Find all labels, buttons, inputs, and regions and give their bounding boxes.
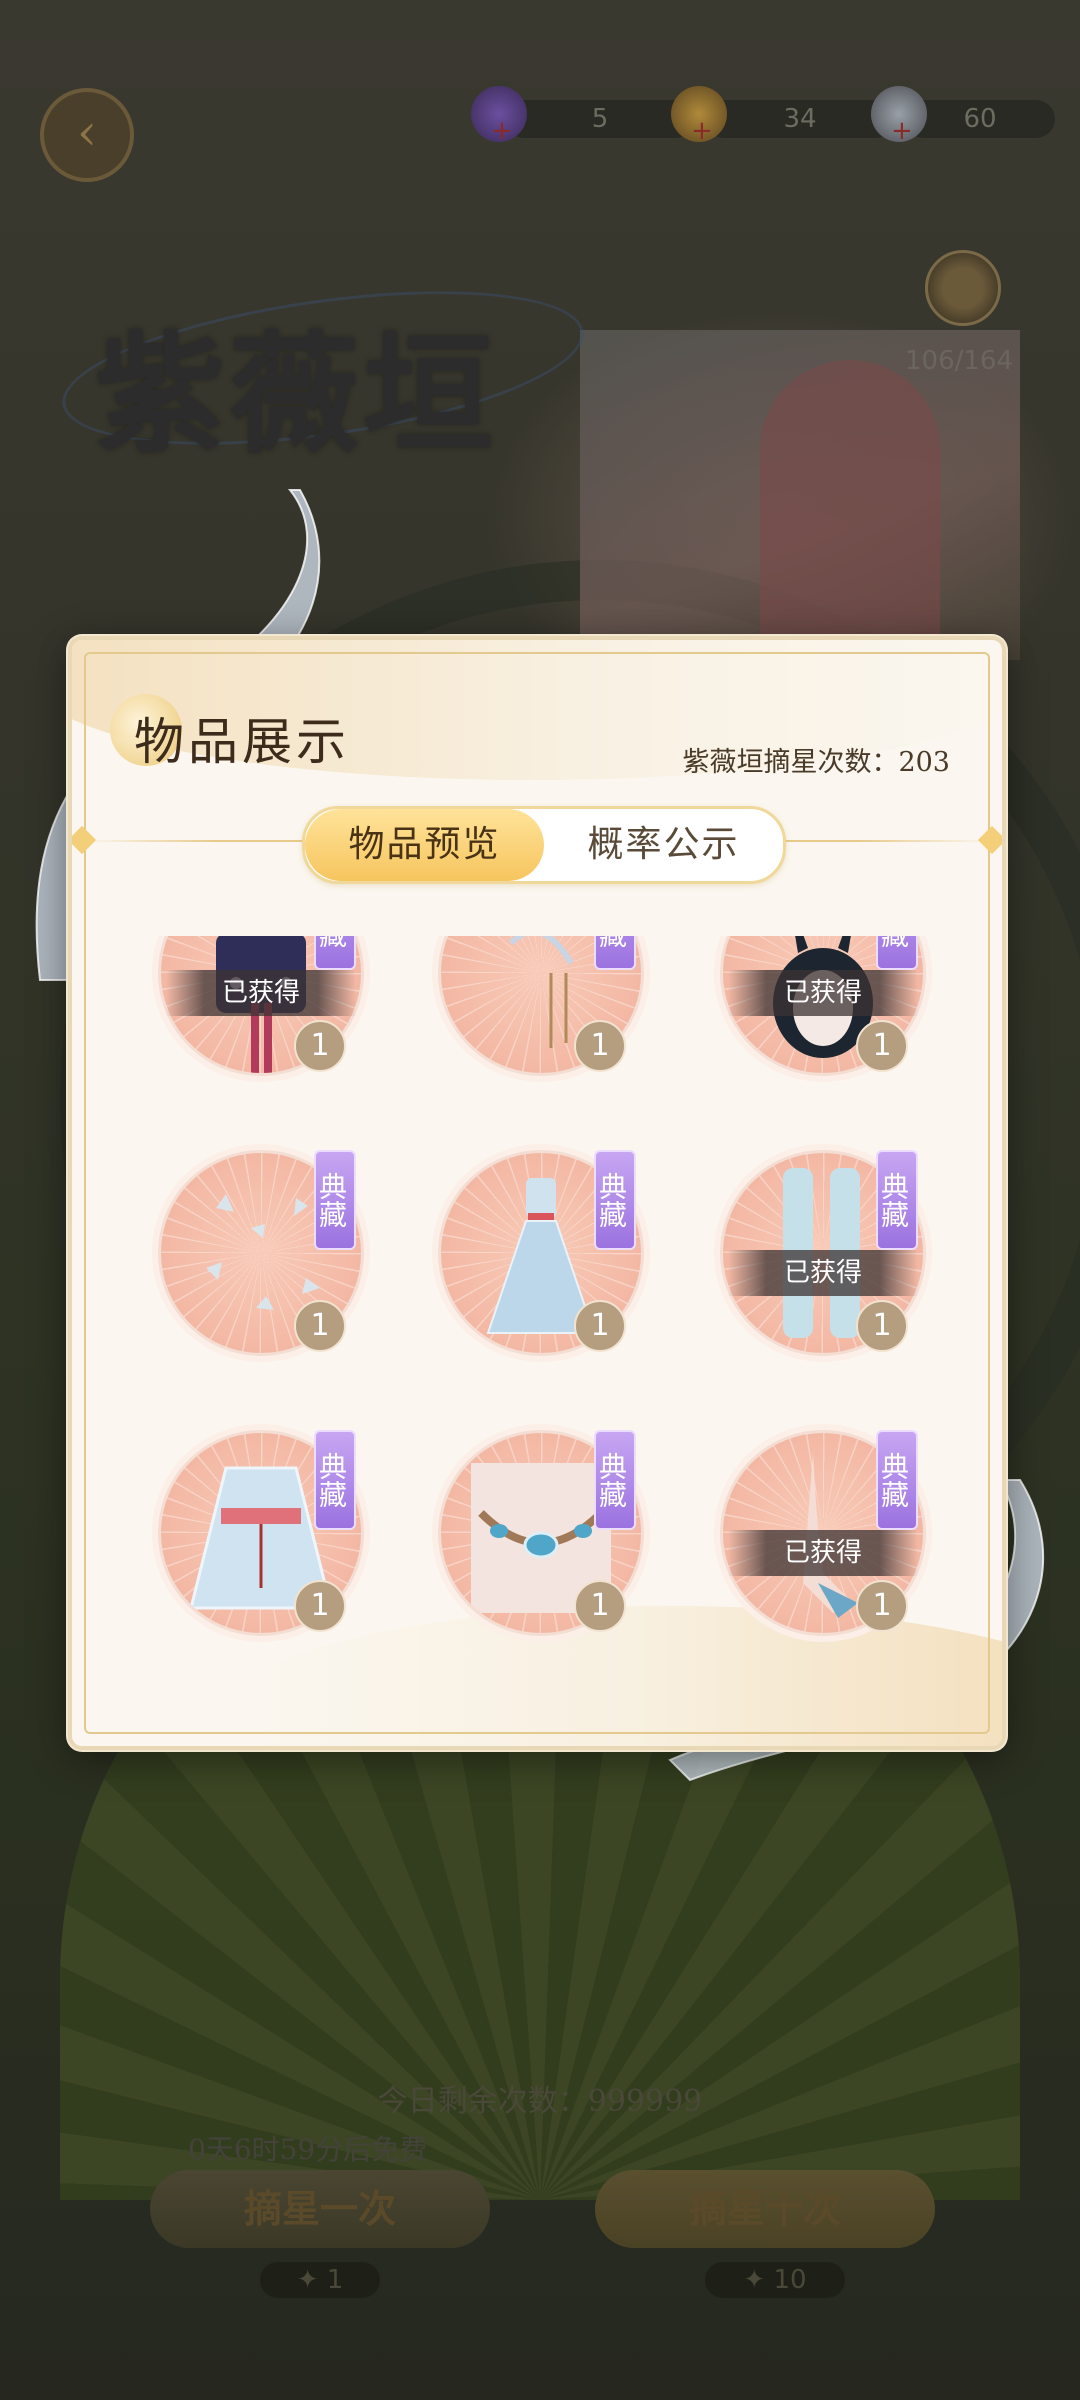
quantity-badge: 1	[574, 1020, 626, 1072]
collection-badge: 典藏	[314, 1150, 356, 1250]
moon-emblem-icon[interactable]	[925, 250, 1001, 326]
add-currency-icon: +	[691, 116, 713, 146]
quantity-badge: 1	[574, 1300, 626, 1352]
owned-label: 已获得	[728, 970, 918, 1016]
quantity-badge: 1	[856, 1020, 908, 1072]
currency-value: 5	[591, 104, 609, 134]
collection-badge: 典藏	[594, 1150, 636, 1250]
pull-count-value: 203	[898, 747, 950, 778]
collection-badge: 典藏	[876, 936, 918, 970]
item-cell[interactable]: 典藏 1	[438, 1430, 644, 1636]
item-cell[interactable]: 典藏 1	[438, 1150, 644, 1356]
quantity-badge: 1	[294, 1300, 346, 1352]
item-cell[interactable]: 典藏 1	[438, 936, 644, 1076]
cost-ten: ✦ 10	[705, 2262, 845, 2298]
background-character	[760, 360, 940, 660]
quantity-badge: 1	[574, 1580, 626, 1632]
pull-ten-button[interactable]: 摘星十次	[595, 2170, 935, 2248]
modal-title: 物品展示	[134, 713, 350, 771]
collection-badge: 典藏	[594, 936, 636, 970]
currency-gold[interactable]: + 34	[671, 86, 895, 144]
add-currency-icon: +	[891, 116, 913, 146]
currency-value: 60	[963, 104, 997, 134]
currency-value: 34	[783, 104, 817, 134]
add-currency-icon: +	[491, 116, 513, 146]
tab-probability[interactable]: 概率公示	[544, 809, 783, 881]
tab-item-preview[interactable]: 物品预览	[305, 809, 544, 881]
pull-count: 紫薇垣摘星次数：203	[682, 740, 950, 779]
currency-pearl[interactable]: + 60	[871, 86, 1055, 144]
collection-badge: 典藏	[876, 1430, 918, 1530]
quantity-badge: 1	[856, 1580, 908, 1632]
item-cell[interactable]: 已获得 典藏 1	[158, 936, 364, 1076]
item-showcase-modal: 物品展示 紫薇垣摘星次数：203 物品预览 概率公示 已获得 典藏 1	[68, 636, 1006, 1750]
quantity-badge: 1	[856, 1300, 908, 1352]
cost-value: 1	[326, 2265, 344, 2295]
star-key-icon: ✦	[743, 2265, 774, 2295]
item-cell[interactable]: 典藏 1	[158, 1150, 364, 1356]
today-remaining: 今日剩余次数：999999	[377, 2084, 703, 2119]
item-cell[interactable]: 典藏 1	[158, 1430, 364, 1636]
owned-label: 已获得	[728, 1530, 918, 1576]
owned-label: 已获得	[166, 970, 356, 1016]
cost-value: 10	[773, 2265, 807, 2295]
item-cell[interactable]: 已获得 典藏 1	[720, 1430, 926, 1636]
owned-label: 已获得	[728, 1250, 918, 1296]
tab-bar: 物品预览 概率公示	[302, 806, 786, 884]
collection-badge: 典藏	[876, 1150, 918, 1250]
free-timer: 0天6时59分后免费	[188, 2133, 428, 2166]
collection-badge: 典藏	[314, 1430, 356, 1530]
quantity-badge: 1	[294, 1580, 346, 1632]
item-cell[interactable]: 已获得 典藏 1	[720, 936, 926, 1076]
item-grid[interactable]: 已获得 典藏 1 典藏 1 已获得	[72, 936, 1002, 1726]
collection-badge: 典藏	[314, 936, 356, 970]
pull-count-label: 紫薇垣摘星次数：	[682, 747, 899, 778]
back-button[interactable]: ‹	[40, 88, 134, 182]
pull-once-button[interactable]: 摘星一次	[150, 2170, 490, 2248]
collection-progress: 106/164	[905, 346, 1014, 376]
item-cell[interactable]: 已获得 典藏 1	[720, 1150, 926, 1356]
star-key-icon: ✦	[296, 2265, 327, 2295]
back-arrow-icon: ‹	[77, 103, 97, 161]
currency-grape[interactable]: + 5	[471, 86, 695, 144]
collection-badge: 典藏	[594, 1430, 636, 1530]
quantity-badge: 1	[294, 1020, 346, 1072]
banner-title: 紫薇垣	[95, 318, 498, 471]
cost-once: ✦ 1	[260, 2262, 380, 2298]
